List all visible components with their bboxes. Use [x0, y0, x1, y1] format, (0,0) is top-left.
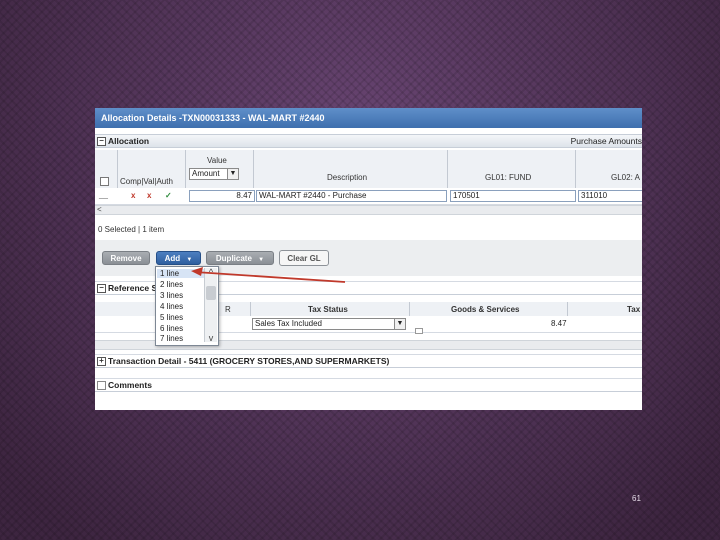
gl02-input[interactable]: 311010 [578, 190, 642, 202]
clear-gl-button[interactable]: Clear GL [279, 250, 329, 266]
collapse-icon[interactable]: − [97, 284, 106, 293]
duplicate-button[interactable]: Duplicate ▼ [206, 251, 274, 265]
comp-val-auth-header: Comp|Val|Auth [120, 177, 173, 186]
menu-item-6-lines[interactable]: 6 lines [160, 324, 183, 333]
remove-button[interactable]: Remove [102, 251, 150, 265]
collapse-icon[interactable] [97, 381, 106, 390]
comments-section-header[interactable]: Comments [95, 378, 642, 392]
add-button-label: Add [164, 254, 181, 263]
description-input[interactable]: WAL-MART #2440 - Purchase [256, 190, 447, 202]
row-checkbox[interactable] [415, 328, 423, 334]
value-type-select[interactable]: Amount ▼ [189, 168, 239, 180]
purchase-amounts-label: Purchase Amounts [570, 136, 642, 146]
gl01-header: GL01: FUND [485, 173, 532, 182]
goods-services-header: Goods & Services [451, 305, 520, 314]
duplicate-button-label: Duplicate [215, 254, 252, 263]
scroll-up-icon[interactable]: ^ [205, 267, 217, 277]
gl01-input[interactable]: 170501 [450, 190, 576, 202]
tax-status-select[interactable]: Sales Tax Included ▼ [252, 318, 406, 330]
transaction-detail-label: Transaction Detail - 5411 (GROCERY STORE… [108, 356, 390, 366]
value-header: Value [207, 156, 227, 165]
menu-item-2-lines[interactable]: 2 lines [160, 280, 183, 289]
transaction-detail-section-header[interactable]: + Transaction Detail - 5411 (GROCERY STO… [95, 354, 642, 368]
amount-input[interactable]: 8.47 [189, 190, 255, 202]
window-title: Allocation Details -TXN00031333 - WAL-MA… [95, 108, 642, 128]
chevron-down-icon: ▼ [258, 257, 265, 263]
menu-scrollbar[interactable]: ^ v [204, 267, 217, 343]
comments-label: Comments [108, 380, 152, 390]
tax-status-selected: Sales Tax Included [255, 319, 323, 328]
gl02-header: GL02: A [611, 173, 640, 182]
allocation-label: Allocation [108, 136, 150, 146]
scroll-down-icon[interactable]: v [205, 333, 217, 343]
menu-item-5-lines[interactable]: 5 lines [160, 313, 183, 322]
slide-number: 61 [632, 494, 641, 503]
allocation-grid-header: Value Amount ▼ Comp|Val|Auth Description… [95, 150, 642, 189]
table-row[interactable]: __ x x ✓ 8.47 WAL-MART #2440 - Purchase … [95, 188, 642, 205]
allocation-section-header[interactable]: − Allocation Purchase Amounts [95, 134, 642, 148]
chevron-down-icon: ▼ [394, 319, 405, 329]
auth-check-icon: ✓ [165, 191, 172, 200]
value-type-selected: Amount [192, 169, 220, 178]
scroll-thumb[interactable] [206, 286, 216, 300]
menu-item-3-lines[interactable]: 3 lines [160, 291, 183, 300]
chevron-down-icon: ▼ [227, 169, 238, 179]
collapse-icon[interactable]: − [97, 137, 106, 146]
screenshot-panel: Allocation Details -TXN00031333 - WAL-MA… [95, 108, 642, 410]
add-button[interactable]: Add ▼ [156, 251, 201, 265]
val-flag: x [147, 191, 152, 200]
tax-status-header: Tax Status [308, 305, 348, 314]
r-header: R [225, 305, 231, 314]
goods-services-amount: 8.47 [551, 319, 567, 328]
add-lines-menu[interactable]: 1 line 2 lines 3 lines 4 lines 5 lines 6… [155, 266, 219, 346]
menu-item-1-line[interactable]: 1 line [157, 269, 205, 278]
chevron-down-icon: ▼ [186, 257, 193, 263]
selection-summary: 0 Selected | 1 item [98, 225, 165, 234]
expand-icon[interactable]: + [97, 357, 106, 366]
reference-label: Reference S [108, 283, 158, 293]
menu-item-4-lines[interactable]: 4 lines [160, 302, 183, 311]
menu-item-7-lines[interactable]: 7 lines [160, 334, 183, 343]
description-header: Description [327, 173, 368, 182]
scroll-left-icon[interactable]: < [97, 205, 102, 214]
comp-flag: x [131, 191, 136, 200]
select-all-checkbox[interactable] [100, 177, 109, 186]
tax-header: Tax [627, 305, 641, 314]
horizontal-scrollbar[interactable]: < [95, 205, 642, 215]
